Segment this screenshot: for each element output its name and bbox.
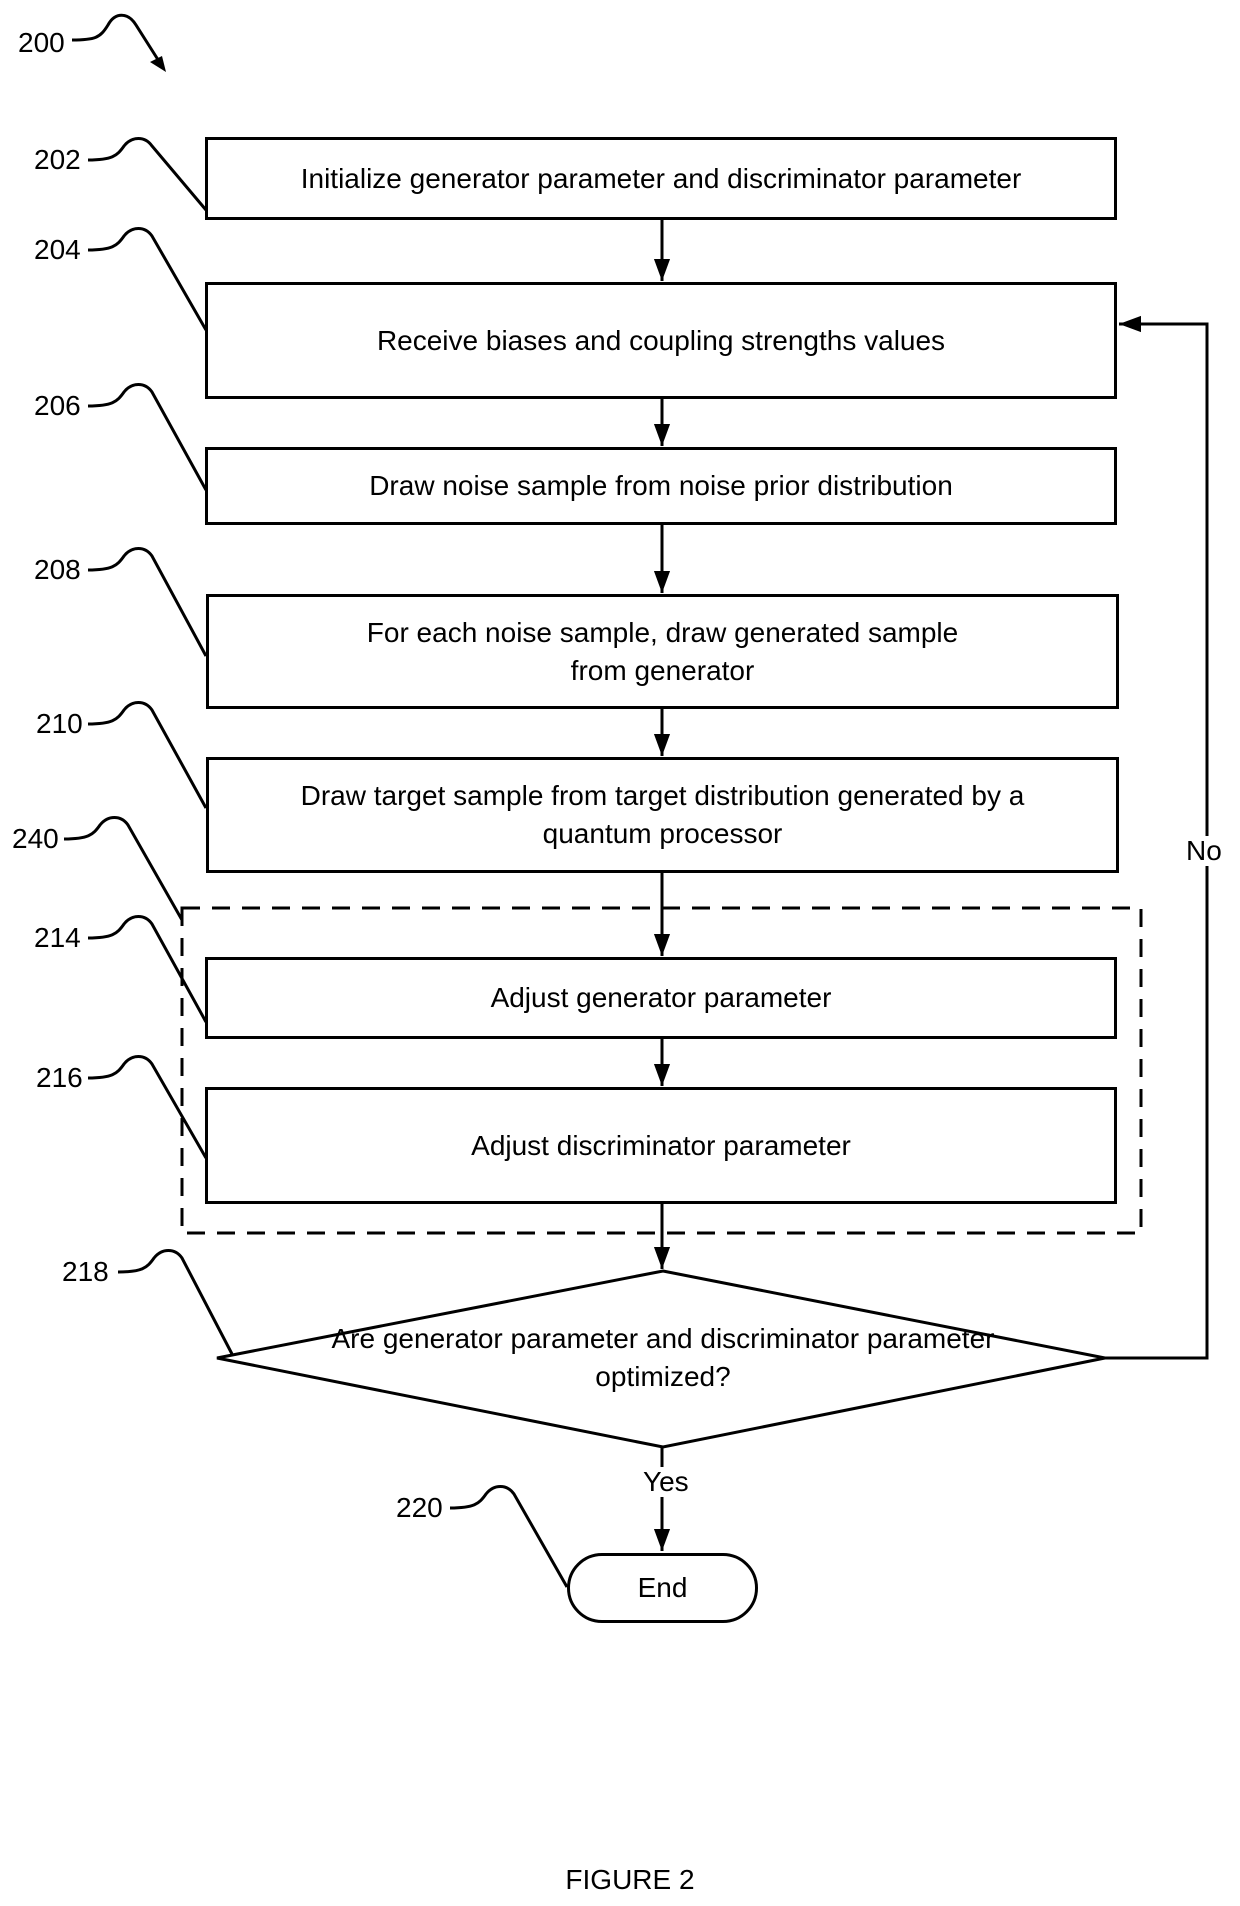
step-206-box: Draw noise sample from noise prior distr… xyxy=(205,447,1117,525)
leader-210 xyxy=(87,701,208,809)
step-202-box: Initialize generator parameter and discr… xyxy=(205,137,1117,220)
step-text: Draw noise sample from noise prior distr… xyxy=(369,470,953,501)
step-ref-label: 208 xyxy=(34,554,81,585)
end-text: End xyxy=(637,1572,688,1603)
no-label: No xyxy=(1186,835,1222,866)
step-text: Receive biases and coupling strengths va… xyxy=(376,324,946,356)
step-208-box: For each noise sample, draw generated sa… xyxy=(206,594,1119,709)
step-ref-label: 216 xyxy=(36,1062,83,1093)
step-ref-label: 214 xyxy=(34,922,81,953)
leader-208 xyxy=(87,547,208,657)
step-ref-label: 206 xyxy=(34,390,81,421)
leader-216 xyxy=(87,1055,208,1159)
end-terminal: End xyxy=(567,1553,758,1623)
figure-ref-leader xyxy=(71,13,164,67)
leader-204 xyxy=(87,227,208,331)
end-ref-label: 220 xyxy=(396,1492,443,1523)
step-204-box: Receive biases and coupling strengths va… xyxy=(205,282,1117,399)
leader-206 xyxy=(87,383,208,491)
step-text: Adjust discriminator parameter xyxy=(471,1129,851,1161)
decision-ref-label: 218 xyxy=(62,1256,109,1287)
leader-218 xyxy=(117,1249,234,1355)
leader-240 xyxy=(63,816,184,921)
figure-ref-arrowhead xyxy=(150,56,166,72)
leader-220 xyxy=(449,1485,569,1588)
step-ref-label: 202 xyxy=(34,144,81,175)
step-ref-label: 204 xyxy=(34,234,81,265)
leader-214 xyxy=(87,915,208,1023)
leader-202 xyxy=(87,137,208,211)
step-text: For each noise sample, draw generated sa… xyxy=(366,616,959,686)
step-ref-label: 210 xyxy=(36,708,83,739)
decision-218-text: Are generator parameter and discriminato… xyxy=(331,1323,995,1392)
step-210-box: Draw target sample from target distribut… xyxy=(206,757,1119,873)
step-text: Draw target sample from target distribut… xyxy=(300,780,1025,849)
figure-caption: FIGURE 2 xyxy=(565,1864,695,1895)
step-214-box: Adjust generator parameter xyxy=(205,957,1117,1039)
group-ref-label: 240 xyxy=(12,823,59,854)
step-216-box: Adjust discriminator parameter xyxy=(205,1087,1117,1204)
step-text: Adjust generator parameter xyxy=(490,982,832,1013)
figure-ref-label: 200 xyxy=(18,27,65,58)
yes-label: Yes xyxy=(643,1466,689,1497)
step-text: Initialize generator parameter and discr… xyxy=(300,162,1022,194)
